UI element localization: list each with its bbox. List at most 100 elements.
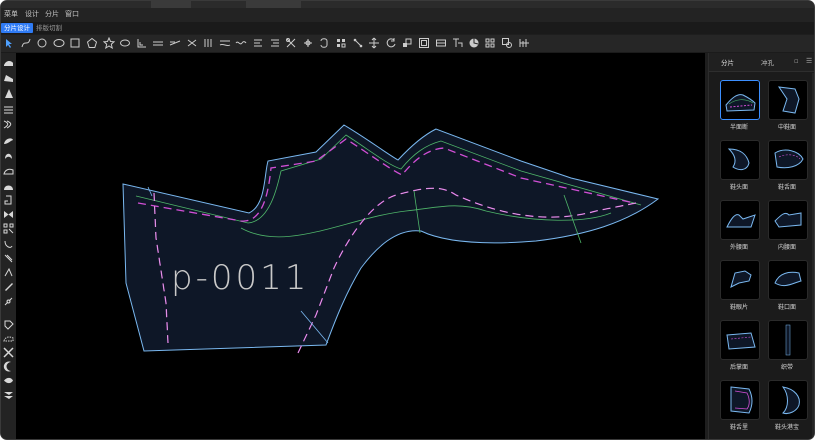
piece-thumbnail[interactable] [768,320,808,360]
piece-thumbnail-label: 半面断 [729,124,748,131]
title-strip [1,1,814,8]
menu-item-menu[interactable]: 菜单 [4,9,18,19]
menu-bar: 菜单 设计 分片 窗口 [1,8,814,22]
grid-select-icon[interactable] [335,37,347,49]
piece-outline[interactable] [122,124,660,352]
boot-icon[interactable] [3,195,14,206]
cut-icon[interactable] [302,37,314,49]
extend-line-icon[interactable] [186,37,198,49]
fish-icon[interactable] [3,375,14,386]
panel-list-icon[interactable]: ☰ [806,57,812,65]
tab-punch[interactable]: 冲孔 [761,57,774,67]
stack-icon[interactable] [3,104,14,115]
piece-thumbnail[interactable] [768,380,808,420]
hook-icon[interactable] [3,239,14,250]
color-wheel-icon[interactable] [468,37,480,49]
window-tab[interactable] [151,1,191,8]
pentagon-icon[interactable] [86,37,98,49]
piece-thumbnail[interactable] [768,80,808,120]
half-moon-icon[interactable] [3,150,14,161]
panel-icon[interactable] [435,37,447,49]
menu-item-design[interactable]: 设计 [25,9,39,19]
oval-icon[interactable] [119,37,131,49]
zoom-select-icon[interactable] [501,37,513,49]
cross-icon[interactable] [3,347,14,358]
piece-thumbnail-label: 后掌面 [729,364,748,371]
chain-icon[interactable] [3,296,14,307]
scale-icon[interactable] [401,37,413,49]
dome-icon[interactable] [3,181,14,192]
piece-thumbnail[interactable] [720,320,760,360]
mode-tab-piece-design[interactable]: 分片设计 [1,23,33,33]
tag-icon[interactable] [3,319,14,330]
crescent-icon[interactable] [3,361,14,372]
app-window: 菜单 设计 分片 窗口 分片设计 排版切割 p-0011 分片 冲孔 ▫ ☰ 半… [0,0,815,440]
mode-tab-layout-cut[interactable]: 排版切割 [33,23,65,33]
panel-tab-bar: 分片 冲孔 ▫ ☰ [709,53,814,72]
text-icon[interactable] [451,37,463,49]
offset-line-icon[interactable] [169,37,181,49]
move-icon[interactable] [368,37,380,49]
scissors-icon[interactable] [285,37,297,49]
piece-thumbnail-label: 内腰面 [777,244,796,251]
wavy-line-icon[interactable] [235,37,247,49]
piece-thumbnail[interactable] [720,200,760,240]
shoe-side-icon[interactable] [3,135,14,146]
panel-scrollbar[interactable] [812,73,814,437]
panel-options-icon[interactable]: ▫ [794,57,799,65]
split-icon[interactable] [202,37,214,49]
qr-grid-icon[interactable] [3,223,14,234]
node-icon[interactable] [352,37,364,49]
piece-thumbnail-label: 织带 [780,364,793,371]
left-toolbar [1,53,16,439]
wave-line-icon[interactable] [219,37,231,49]
shoe-toe-icon[interactable] [3,58,14,69]
menu-item-window[interactable]: 窗口 [65,9,79,19]
ruler-angle-icon[interactable] [136,37,148,49]
align-icon[interactable] [269,37,281,49]
piece-thumbnail[interactable] [720,380,760,420]
loop-icon[interactable] [318,37,330,49]
piece-thumbnail-label: 中鞋面 [777,124,796,131]
window-tab-active[interactable] [246,1,301,8]
piece-thumbnail[interactable] [720,80,760,120]
piece-thumbnail-label: 鞋头面 [729,184,748,191]
circle-icon[interactable] [36,37,48,49]
measure-icon[interactable] [518,37,530,49]
lace-icon[interactable] [3,253,14,264]
piece-thumbnail[interactable] [768,200,808,240]
shoe-piece-drawing [122,124,660,354]
piece-thumbnail[interactable] [720,260,760,300]
bezier-curve-icon[interactable] [20,37,32,49]
grid-icon[interactable] [484,37,496,49]
design-canvas[interactable]: p-0011 [16,53,705,439]
piece-thumbnail[interactable] [720,140,760,180]
menu-item-pieces[interactable]: 分片 [45,9,59,19]
rectangle-icon[interactable] [69,37,81,49]
piece-thumbnail-label: 鞋舌里 [729,424,748,431]
shoe-heel-icon[interactable] [3,73,14,84]
frame-icon[interactable] [418,37,430,49]
shoe-outline-icon[interactable] [3,333,14,344]
piece-thumbnail-label: 外腰面 [729,244,748,251]
triangle-icon[interactable] [3,88,14,99]
vamp-icon[interactable] [3,166,14,177]
pen-icon[interactable] [3,281,14,292]
piece-thumbnail[interactable] [768,260,808,300]
piece-thumbnail-label: 鞋舌面 [777,184,796,191]
pointer-arrow-icon[interactable] [3,37,15,49]
angle-icon[interactable] [3,267,14,278]
star-icon[interactable] [102,37,115,49]
tab-pieces[interactable]: 分片 [721,57,734,67]
rotate-icon[interactable] [385,37,397,49]
layers-icon[interactable] [3,119,14,130]
main-toolbar [1,35,814,53]
bowtie-icon[interactable] [3,209,14,220]
parallel-lines-icon[interactable] [152,37,164,49]
piece-thumbnail[interactable] [768,140,808,180]
arrow-stack-icon[interactable] [3,389,14,400]
ellipse-icon[interactable] [53,37,65,49]
mode-bar: 分片设计 排版切割 [1,22,814,34]
piece-label: p-0011 [171,258,310,298]
mirror-icon[interactable] [252,37,264,49]
